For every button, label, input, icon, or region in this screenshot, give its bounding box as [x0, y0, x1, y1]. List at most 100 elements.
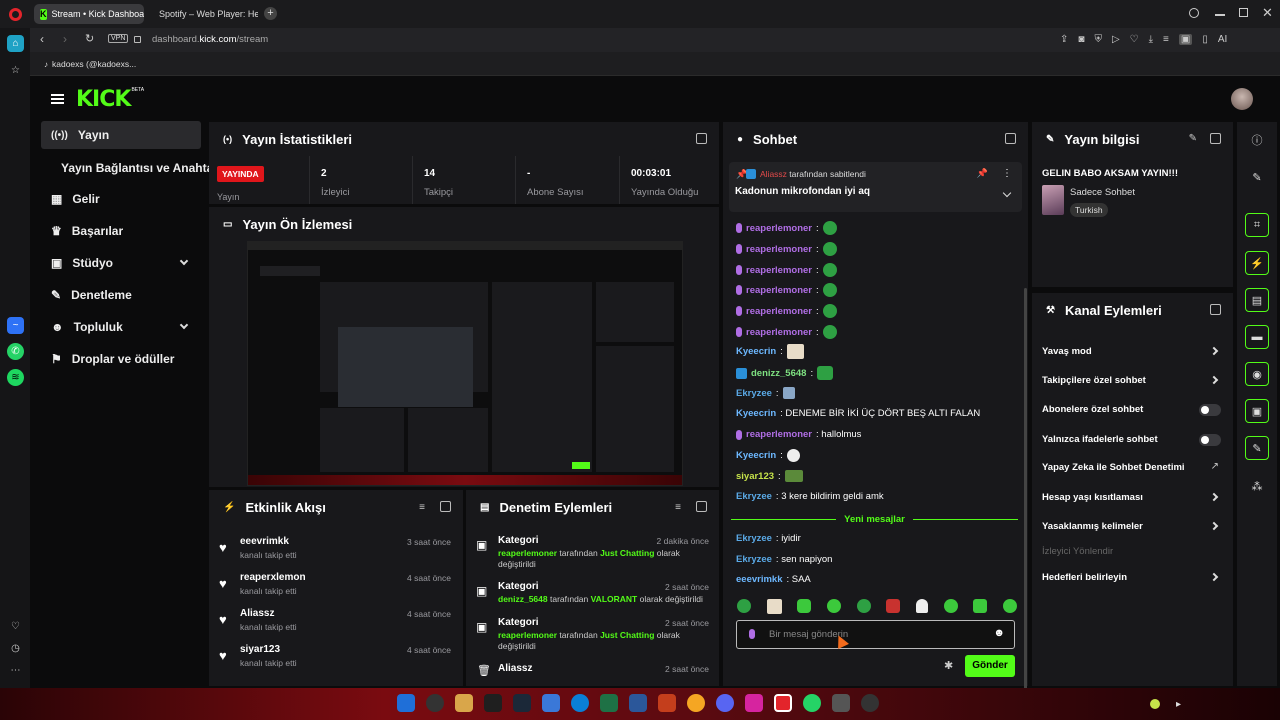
pinboard-icon[interactable]: ☆	[7, 62, 24, 79]
category-label[interactable]: Sadece Sohbet	[1070, 187, 1135, 198]
spotify-icon[interactable]: ≋	[7, 369, 24, 386]
moderation-icon[interactable]: ▣	[1245, 399, 1269, 423]
channel-action-row[interactable]: Takipçilere özel sohbet	[1032, 371, 1233, 391]
channel-action-row[interactable]: Hedefleri belirleyin	[1032, 568, 1233, 588]
search-icon[interactable]	[1189, 8, 1199, 18]
emote-icon[interactable]	[797, 599, 812, 613]
unpin-icon[interactable]: 📌	[977, 168, 988, 179]
app-icon[interactable]	[861, 694, 879, 712]
sidebar-toggle-icon[interactable]: ▯	[1202, 34, 1208, 45]
avatar[interactable]	[1231, 88, 1253, 110]
opera-icon[interactable]	[774, 694, 792, 712]
store-icon[interactable]	[542, 694, 560, 712]
share-icon[interactable]: ⁂	[1245, 474, 1269, 498]
chat-icon[interactable]: ▬	[1245, 325, 1269, 349]
expand-icon[interactable]	[1210, 304, 1221, 315]
terminal-icon[interactable]	[484, 694, 502, 712]
info-icon[interactable]: ⓘ	[1245, 128, 1269, 152]
discord-icon[interactable]	[716, 694, 734, 712]
chat-settings-icon[interactable]: ✱	[944, 659, 953, 672]
expand-icon[interactable]	[696, 501, 707, 512]
settings-icon[interactable]	[832, 694, 850, 712]
minimize-icon[interactable]	[1215, 14, 1225, 16]
emote-icon[interactable]	[915, 599, 928, 613]
start-icon[interactable]	[397, 694, 415, 712]
heart-icon[interactable]: ♡	[7, 618, 24, 635]
nav-studyo[interactable]: ▣ Stüdyo	[41, 249, 201, 277]
nav-basarilar[interactable]: ♛ Başarılar	[41, 217, 201, 245]
edit-icon[interactable]: ✎	[1245, 165, 1269, 189]
nav-gelir[interactable]: ▦ Gelir	[41, 185, 201, 213]
chat-input[interactable]: Bir mesaj gönderin ☻	[736, 620, 1015, 649]
emote-icon[interactable]	[1002, 599, 1017, 613]
new-tab-button[interactable]: +	[264, 7, 277, 20]
vpn-badge[interactable]: VPN	[108, 34, 129, 43]
heart-outline-icon[interactable]: ♡	[1130, 34, 1139, 45]
emote-icon[interactable]	[766, 599, 782, 614]
forward-icon[interactable]: ›	[63, 32, 67, 46]
more-icon[interactable]: ⋯	[7, 662, 24, 679]
emote-icon[interactable]	[737, 599, 751, 613]
broadcast-icon[interactable]: ◉	[1245, 362, 1269, 386]
video-preview[interactable]	[247, 241, 683, 486]
wallet-icon[interactable]: ▣	[1178, 34, 1193, 45]
filter-icon[interactable]: ≡	[675, 502, 681, 513]
edge-icon[interactable]	[571, 694, 589, 712]
excel-icon[interactable]	[600, 694, 618, 712]
emoji-icon[interactable]: ☻	[993, 627, 1005, 639]
ai-icon[interactable]: AI	[1218, 34, 1227, 45]
close-icon[interactable]: ✕	[1262, 5, 1273, 21]
channel-action-row[interactable]: Yasaklanmış kelimeler	[1032, 517, 1233, 537]
toggle-switch[interactable]	[1199, 404, 1221, 416]
edit-icon[interactable]: ✎	[1189, 133, 1197, 144]
expand-icon[interactable]	[440, 501, 451, 512]
search-icon[interactable]	[426, 694, 444, 712]
tray-icon[interactable]	[1150, 699, 1160, 709]
emote-icon[interactable]	[886, 599, 901, 613]
channel-action-row[interactable]: Yavaş mod	[1032, 342, 1233, 362]
app-icon[interactable]	[687, 694, 705, 712]
bolt-icon[interactable]: ⚡	[1245, 251, 1269, 275]
pinned-message[interactable]: 📌 Aliassz tarafından sabitlendi 📌 ⋮ Kado…	[729, 162, 1022, 212]
nav-droplar[interactable]: ⚑ Droplar ve ödüller	[41, 345, 201, 373]
wrench-icon[interactable]: ✎	[1245, 436, 1269, 460]
channel-action-row[interactable]: Abonelere özel sohbet	[1032, 400, 1233, 420]
shield-icon[interactable]: ⛨	[1094, 34, 1102, 45]
hamburger-menu-icon[interactable]	[51, 94, 64, 104]
tab-kick-dashboard[interactable]: K Stream • Kick Dashboard	[34, 4, 144, 24]
emote-icon[interactable]	[973, 599, 988, 613]
expand-icon[interactable]	[696, 133, 707, 144]
opera-logo-icon[interactable]	[9, 8, 22, 21]
send-button[interactable]: Gönder	[965, 655, 1015, 677]
emote-icon[interactable]	[856, 599, 871, 613]
channel-action-row[interactable]: Hesap yaşı kısıtlaması	[1032, 488, 1233, 508]
expand-icon[interactable]	[1005, 133, 1016, 144]
back-icon[interactable]: ‹	[40, 32, 44, 46]
powerpoint-icon[interactable]	[658, 694, 676, 712]
play-icon[interactable]: ▷	[1112, 34, 1120, 45]
whatsapp-icon[interactable]	[803, 694, 821, 712]
home-icon[interactable]: ⌂	[7, 35, 24, 52]
tray-arrow-icon[interactable]: ▸	[1176, 699, 1181, 710]
messenger-icon[interactable]: ~	[7, 317, 24, 334]
camera-icon[interactable]: ◙	[1078, 34, 1084, 45]
document-icon[interactable]: ▤	[1245, 288, 1269, 312]
menu-icon[interactable]: ≡	[1163, 34, 1169, 45]
toggle-switch[interactable]	[1199, 434, 1221, 446]
channel-action-row[interactable]: Yalnızca ifadelerle sohbet	[1032, 430, 1233, 450]
tag-badge[interactable]: Turkish	[1070, 203, 1108, 217]
maximize-icon[interactable]	[1239, 8, 1248, 17]
tab-spotify[interactable]: Spotify – Web Player: Her	[148, 4, 258, 24]
history-icon[interactable]: ◷	[7, 640, 24, 657]
nav-stream-key[interactable]: Yayın Bağlantısı ve Anahtarı	[51, 154, 221, 182]
nav-yayin[interactable]: ((•)) Yayın	[41, 121, 201, 149]
filter-icon[interactable]: ≡	[419, 502, 425, 513]
emote-icon[interactable]	[943, 599, 958, 613]
steam-icon[interactable]	[513, 694, 531, 712]
chevron-down-icon[interactable]	[1002, 188, 1012, 198]
expand-icon[interactable]	[1210, 133, 1221, 144]
nav-topluluk[interactable]: ☻ Topluluk	[41, 313, 201, 341]
word-icon[interactable]	[629, 694, 647, 712]
more-icon[interactable]: ⋮	[1002, 168, 1012, 179]
reload-icon[interactable]: ↻	[85, 32, 94, 45]
